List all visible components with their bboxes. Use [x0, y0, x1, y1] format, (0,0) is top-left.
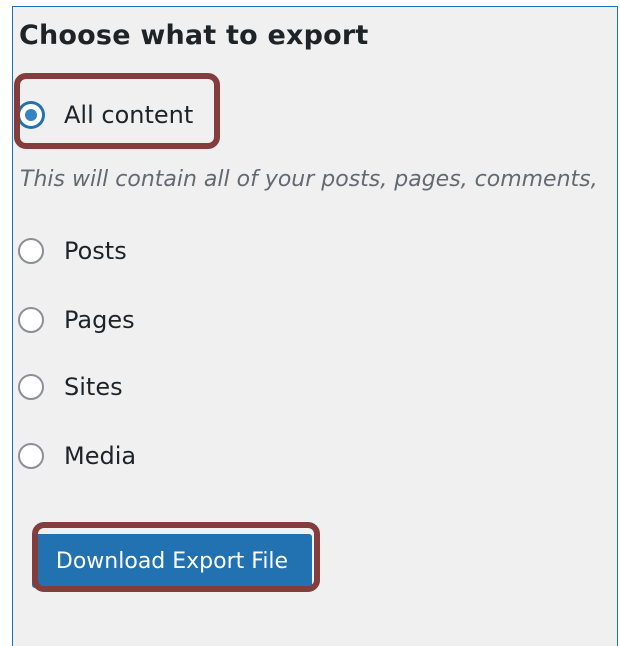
radio-button-posts[interactable]: [18, 238, 44, 264]
page-title: Choose what to export: [19, 20, 369, 51]
radio-label-sites: Sites: [64, 373, 123, 401]
radio-button-pages[interactable]: [18, 307, 44, 333]
download-export-button[interactable]: Download Export File: [32, 534, 312, 588]
option-description: This will contain all of your posts, pag…: [20, 167, 598, 192]
radio-label-media: Media: [64, 442, 137, 470]
radio-option-media[interactable]: Media: [18, 442, 136, 470]
radio-option-sites[interactable]: Sites: [18, 373, 123, 401]
radio-button-media[interactable]: [18, 443, 44, 469]
radio-label-posts: Posts: [64, 237, 127, 265]
radio-button-sites[interactable]: [18, 374, 44, 400]
radio-option-all-content[interactable]: All content: [18, 101, 193, 129]
radio-option-posts[interactable]: Posts: [18, 237, 127, 265]
radio-option-pages[interactable]: Pages: [18, 306, 135, 334]
radio-label-pages: Pages: [64, 306, 135, 334]
radio-button-all-content[interactable]: [18, 102, 44, 128]
radio-label-all-content: All content: [64, 101, 194, 129]
